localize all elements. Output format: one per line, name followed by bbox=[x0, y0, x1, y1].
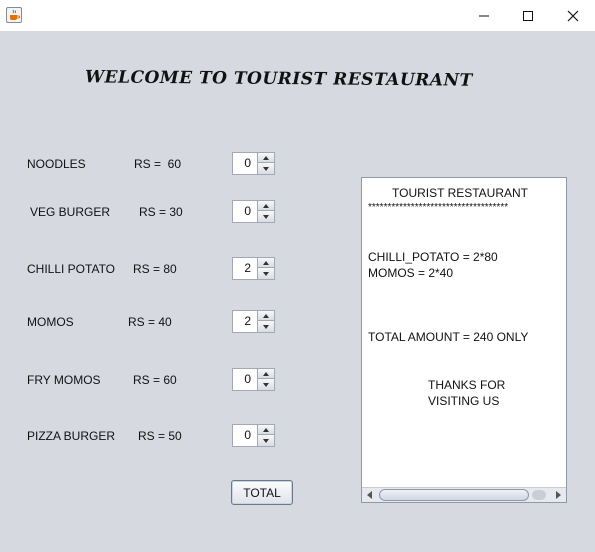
qty-spinner-fry-momos[interactable]: 0 bbox=[232, 368, 275, 391]
receipt-title: TOURIST RESTAURANT bbox=[392, 186, 529, 200]
qty-spinner-pizza-burger[interactable]: 0 bbox=[232, 424, 275, 447]
item-name-pizza-burger: PIZZA BURGER bbox=[27, 429, 116, 443]
increment-button[interactable] bbox=[258, 369, 274, 379]
arrow-down-icon bbox=[263, 214, 269, 219]
receipt-thanks-line: THANKS FOR bbox=[428, 378, 506, 392]
item-price-momos: RS = 40 bbox=[128, 315, 172, 329]
item-price-fry-momos: RS = 60 bbox=[133, 373, 177, 387]
item-price-noodles: RS = 60 bbox=[134, 157, 182, 171]
decrement-button[interactable] bbox=[258, 379, 274, 390]
scrollbar-track[interactable] bbox=[532, 490, 546, 500]
decrement-button[interactable] bbox=[258, 268, 274, 279]
arrow-up-icon bbox=[263, 313, 269, 318]
decrement-button[interactable] bbox=[258, 321, 274, 332]
scroll-left-button[interactable] bbox=[362, 488, 377, 502]
maximize-icon bbox=[523, 10, 533, 21]
item-price-chilli-potato: RS = 80 bbox=[133, 262, 177, 276]
java-cup-icon bbox=[6, 7, 22, 23]
arrow-down-icon bbox=[263, 324, 269, 329]
arrow-down-icon bbox=[263, 438, 269, 443]
item-name-chilli-potato: CHILLI POTATO bbox=[27, 262, 116, 276]
increment-button[interactable] bbox=[258, 153, 274, 163]
item-name-momos: MOMOS bbox=[27, 315, 74, 329]
maximize-button[interactable] bbox=[505, 0, 551, 31]
spinner-buttons bbox=[257, 201, 274, 222]
scroll-right-button[interactable] bbox=[551, 488, 566, 502]
qty-value[interactable]: 2 bbox=[233, 258, 258, 279]
welcome-heading: WELCOME TO TOURIST RESTAURANT bbox=[84, 67, 473, 91]
minimize-button[interactable] bbox=[461, 0, 507, 31]
close-button[interactable] bbox=[550, 0, 595, 31]
close-icon bbox=[567, 10, 579, 21]
receipt-divider: ************************************ bbox=[368, 202, 509, 213]
item-price-pizza-burger: RS = 50 bbox=[138, 429, 182, 443]
qty-spinner-noodles[interactable]: 0 bbox=[232, 152, 275, 175]
increment-button[interactable] bbox=[258, 258, 274, 268]
arrow-up-icon bbox=[263, 427, 269, 432]
receipt-thanks-line: VISITING US bbox=[428, 394, 500, 408]
item-name-noodles: NOODLES bbox=[27, 157, 86, 171]
item-name-fry-momos: FRY MOMOS bbox=[27, 373, 101, 387]
receipt-line-item: CHILLI_POTATO = 2*80 bbox=[368, 250, 498, 264]
spinner-buttons bbox=[257, 153, 274, 174]
spinner-buttons bbox=[257, 369, 274, 390]
qty-spinner-momos[interactable]: 2 bbox=[232, 310, 275, 333]
arrow-down-icon bbox=[263, 166, 269, 171]
increment-button[interactable] bbox=[258, 425, 274, 435]
qty-value[interactable]: 0 bbox=[233, 153, 258, 174]
arrow-left-icon bbox=[367, 491, 372, 499]
qty-value[interactable]: 0 bbox=[233, 201, 258, 222]
qty-value[interactable]: 2 bbox=[233, 311, 258, 332]
horizontal-scrollbar[interactable] bbox=[362, 487, 566, 502]
arrow-right-icon bbox=[556, 491, 561, 499]
increment-button[interactable] bbox=[258, 201, 274, 211]
qty-spinner-chilli-potato[interactable]: 2 bbox=[232, 257, 275, 280]
total-button[interactable]: TOTAL bbox=[231, 480, 293, 505]
scrollbar-thumb[interactable] bbox=[379, 489, 529, 501]
item-name-veg-burger: VEG BURGER bbox=[30, 205, 111, 219]
qty-spinner-veg-burger[interactable]: 0 bbox=[232, 200, 275, 223]
receipt-total: TOTAL AMOUNT = 240 ONLY bbox=[368, 330, 529, 344]
spinner-buttons bbox=[257, 425, 274, 446]
decrement-button[interactable] bbox=[258, 211, 274, 222]
minimize-icon bbox=[479, 15, 489, 16]
spinner-buttons bbox=[257, 258, 274, 279]
increment-button[interactable] bbox=[258, 311, 274, 321]
qty-value[interactable]: 0 bbox=[233, 425, 258, 446]
main-panel: WELCOME TO TOURIST RESTAURANT NOODLES RS… bbox=[0, 31, 595, 552]
window-title-bar bbox=[0, 0, 595, 31]
arrow-up-icon bbox=[263, 371, 269, 376]
arrow-down-icon bbox=[263, 271, 269, 276]
decrement-button[interactable] bbox=[258, 435, 274, 446]
qty-value[interactable]: 0 bbox=[233, 369, 258, 390]
spinner-buttons bbox=[257, 311, 274, 332]
receipt-text-area[interactable]: TOURIST RESTAURANT *********************… bbox=[361, 177, 567, 503]
item-price-veg-burger: RS = 30 bbox=[139, 205, 183, 219]
arrow-up-icon bbox=[263, 260, 269, 265]
arrow-down-icon bbox=[263, 382, 269, 387]
arrow-up-icon bbox=[263, 203, 269, 208]
receipt-line-item: MOMOS = 2*40 bbox=[368, 266, 454, 280]
arrow-up-icon bbox=[263, 155, 269, 160]
decrement-button[interactable] bbox=[258, 163, 274, 174]
